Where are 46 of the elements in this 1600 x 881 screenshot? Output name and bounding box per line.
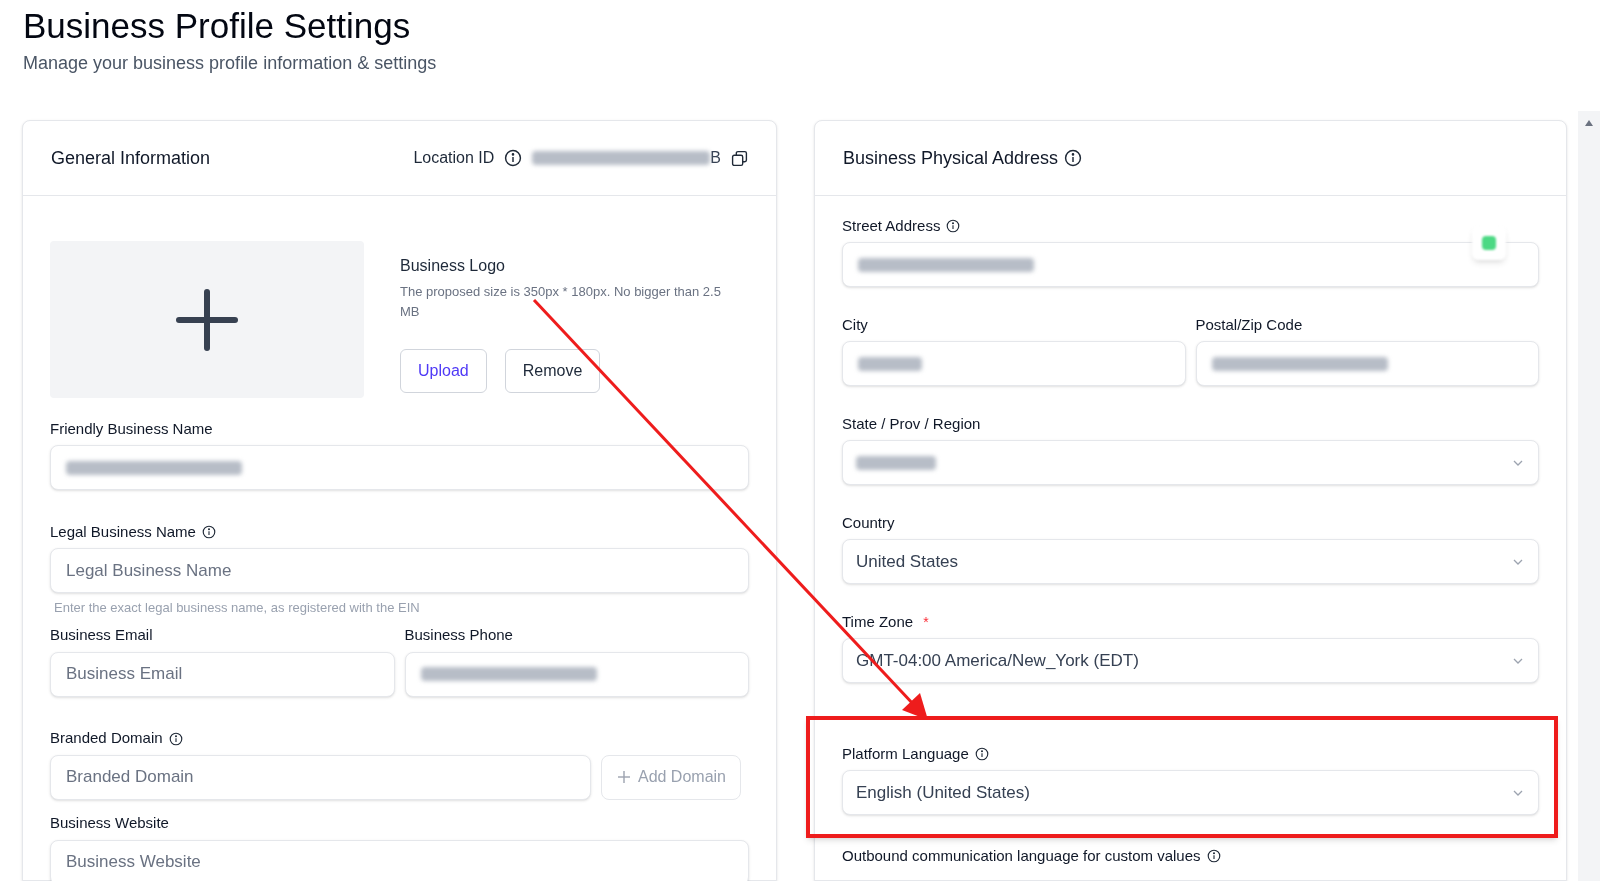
location-id-value: B	[710, 148, 721, 168]
input-field[interactable]	[842, 242, 1539, 287]
field-label: Postal/Zip Code	[1195, 314, 1303, 335]
field-label: Outbound communication language for custom values	[842, 845, 1201, 866]
card-title: General Information	[51, 146, 211, 170]
remove-button[interactable]: Remove	[504, 349, 601, 393]
field-label: City	[842, 314, 868, 335]
info-icon	[504, 149, 523, 167]
logo-upload-area[interactable]	[50, 241, 364, 398]
input-field[interactable]: Legal Business Name	[50, 548, 749, 593]
copy-icon	[731, 149, 748, 167]
logo-label: Business Logo	[400, 256, 506, 276]
field-label: Business Email	[50, 625, 153, 646]
scroll-up-icon	[1584, 119, 1594, 127]
extension-icon[interactable]	[1472, 226, 1506, 260]
scrollbar[interactable]	[1578, 111, 1600, 881]
field-label: Country	[842, 512, 895, 533]
page-subtitle: Manage your business profile information & settings	[23, 52, 438, 75]
input-field[interactable]	[404, 651, 749, 697]
card-title: Business Physical Address	[843, 146, 1059, 170]
input-field[interactable]	[842, 341, 1186, 386]
field-label: Friendly Business Name	[50, 418, 213, 439]
input-field[interactable]: Business Email	[50, 651, 395, 697]
required-mark: *	[923, 612, 929, 632]
helper-text: Enter the exact legal business name, as registered with the EIN	[53, 599, 421, 617]
upload-button[interactable]: Upload	[400, 349, 487, 393]
select-field[interactable]: United States	[842, 539, 1539, 584]
select-field[interactable]: English (United States)	[842, 770, 1539, 815]
select-field[interactable]	[842, 440, 1539, 485]
field-label: Branded Domain	[50, 728, 163, 749]
field-label: Legal Business Name	[50, 521, 196, 542]
input-field[interactable]	[50, 445, 749, 490]
page-title: Business Profile Settings	[23, 5, 412, 47]
input-field[interactable]: Business Website	[50, 839, 749, 881]
plus-icon	[615, 769, 632, 785]
field-label: Business Phone	[404, 625, 513, 646]
plus-icon	[176, 288, 238, 351]
field-label: Time Zone	[842, 611, 914, 632]
field-label: State / Prov / Region	[842, 413, 981, 434]
field-label: Street Address	[842, 215, 941, 236]
input-field[interactable]: Branded Domain	[50, 754, 591, 800]
logo-hint: The proposed size is 350px * 180px. No bigger than 2.5 MB	[400, 283, 722, 321]
input-field[interactable]	[1195, 341, 1539, 386]
field-label: Business Website	[50, 813, 169, 834]
location-id-label: Location ID	[413, 148, 495, 168]
field-label: Platform Language	[842, 743, 969, 764]
